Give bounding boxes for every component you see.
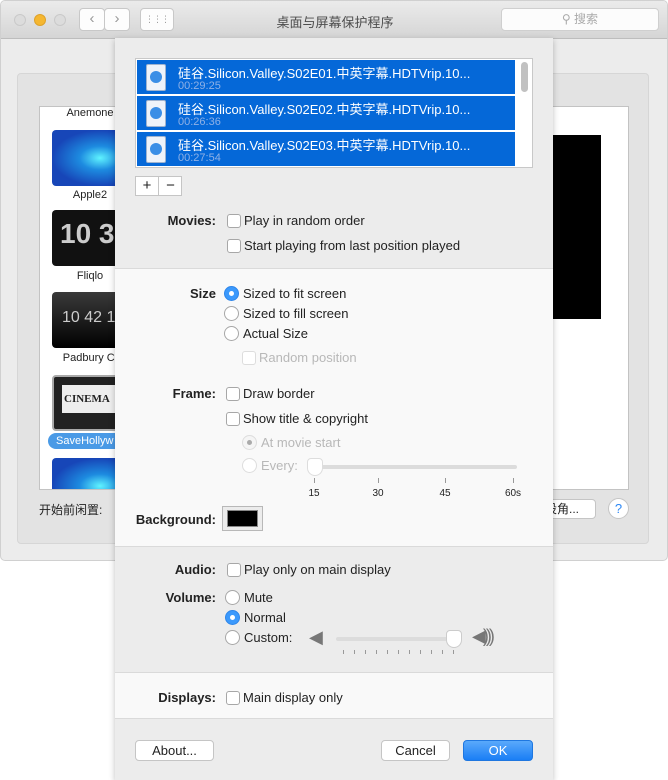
cancel-button[interactable]: Cancel	[381, 740, 450, 761]
file-name: 硅谷.Silicon.Valley.S02E01.中英字幕.HDTVrip.10…	[178, 66, 471, 81]
at-movie-start-label: At movie start	[261, 435, 341, 450]
mute-label[interactable]: Mute	[244, 590, 273, 605]
tick	[513, 478, 514, 483]
tick-label: 45	[439, 488, 451, 499]
resume-label[interactable]: Start playing from last position played	[244, 238, 460, 253]
actual-size-label[interactable]: Actual Size	[243, 326, 308, 341]
video-file-icon	[146, 100, 166, 127]
fill-screen-label[interactable]: Sized to fill screen	[243, 306, 349, 321]
resume-checkbox[interactable]	[227, 239, 241, 253]
custom-radio[interactable]	[225, 630, 240, 645]
file-name: 硅谷.Silicon.Valley.S02E02.中英字幕.HDTVrip.10…	[178, 102, 471, 117]
size-label: Size	[189, 286, 216, 301]
about-button[interactable]: About...	[135, 740, 214, 761]
video-file-icon	[146, 136, 166, 163]
frame-label: Frame:	[172, 386, 216, 401]
add-remove-control: + −	[135, 176, 182, 196]
search-placeholder: 搜索	[574, 12, 599, 26]
fit-screen-label[interactable]: Sized to fit screen	[243, 286, 346, 301]
draw-border-checkbox[interactable]	[226, 387, 240, 401]
background-color-swatch	[227, 510, 258, 527]
volume-slider-track[interactable]	[336, 637, 456, 641]
audio-main-only-checkbox[interactable]	[227, 563, 241, 577]
actual-size-radio[interactable]	[224, 326, 239, 341]
search-input[interactable]: ⚲ 搜索	[501, 8, 659, 31]
file-duration: 00:27:54	[178, 152, 221, 164]
background-color-well[interactable]	[222, 506, 263, 531]
file-row[interactable]: 硅谷.Silicon.Valley.S02E02.中英字幕.HDTVrip.10…	[137, 96, 515, 131]
show-title-label[interactable]: Show title & copyright	[243, 411, 368, 426]
fill-screen-radio[interactable]	[224, 306, 239, 321]
custom-label[interactable]: Custom:	[244, 630, 292, 645]
help-button[interactable]: ?	[608, 498, 629, 519]
tick-label: 60s	[504, 488, 522, 499]
video-file-icon	[146, 64, 166, 91]
file-duration: 00:29:25	[178, 80, 221, 92]
background-label: Background:	[135, 512, 216, 527]
search-icon: ⚲	[561, 12, 575, 26]
volume-slider-thumb[interactable]	[446, 630, 462, 648]
at-movie-start-radio	[242, 435, 257, 450]
scrollbar[interactable]	[521, 62, 528, 92]
volume-ticks	[343, 650, 455, 654]
file-row[interactable]: 硅谷.Silicon.Valley.S02E03.中英字幕.HDTVrip.10…	[137, 132, 515, 167]
movies-label: Movies:	[167, 213, 216, 228]
audio-label: Audio:	[174, 562, 216, 577]
idle-label: 开始前闲置:	[39, 503, 103, 517]
file-name: 硅谷.Silicon.Valley.S02E03.中英字幕.HDTVrip.10…	[178, 138, 471, 153]
mute-radio[interactable]	[225, 590, 240, 605]
volume-low-icon: ◀	[309, 627, 323, 647]
random-order-checkbox[interactable]	[227, 214, 241, 228]
random-position-label: Random position	[259, 350, 357, 365]
normal-radio[interactable]	[225, 610, 240, 625]
tick-label: 30	[372, 488, 384, 499]
normal-label[interactable]: Normal	[244, 610, 286, 625]
every-label: Every:	[261, 458, 298, 473]
tick	[378, 478, 379, 483]
fit-screen-radio[interactable]	[224, 286, 239, 301]
remove-button[interactable]: −	[159, 177, 182, 195]
volume-high-icon: ◀)))	[472, 626, 495, 646]
main-display-only-label[interactable]: Main display only	[243, 690, 343, 705]
random-order-label[interactable]: Play in random order	[244, 213, 365, 228]
every-slider-thumb	[307, 458, 323, 476]
file-row[interactable]: 硅谷.Silicon.Valley.S02E01.中英字幕.HDTVrip.10…	[137, 60, 515, 95]
every-slider-track	[310, 465, 517, 469]
ok-button[interactable]: OK	[463, 740, 533, 761]
file-duration: 00:26:36	[178, 116, 221, 128]
tick	[445, 478, 446, 483]
draw-border-label[interactable]: Draw border	[243, 386, 315, 401]
displays-label: Displays:	[158, 690, 216, 705]
tick-label: 15	[308, 488, 320, 499]
add-button[interactable]: +	[136, 177, 159, 195]
tick	[314, 478, 315, 483]
movie-file-list[interactable]: 硅谷.Silicon.Valley.S02E01.中英字幕.HDTVrip.10…	[135, 58, 533, 168]
main-display-only-checkbox[interactable]	[226, 691, 240, 705]
volume-label: Volume:	[165, 590, 216, 605]
every-radio	[242, 458, 257, 473]
random-position-checkbox	[242, 351, 256, 365]
show-title-checkbox[interactable]	[226, 412, 240, 426]
title-bar: ‹ › ⋮⋮⋮ 桌面与屏幕保护程序 ⚲ 搜索	[1, 1, 667, 39]
audio-main-only-label[interactable]: Play only on main display	[244, 562, 391, 577]
